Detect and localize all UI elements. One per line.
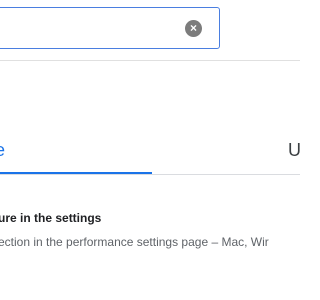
settings-search-page: × e U ure in the settings ection in the … xyxy=(0,0,300,300)
clear-search-icon[interactable]: × xyxy=(185,20,202,37)
result-description: ection in the performance settings page … xyxy=(0,235,269,249)
tab-secondary[interactable]: U xyxy=(288,138,300,162)
search-input[interactable] xyxy=(0,16,183,42)
tab-active[interactable]: e xyxy=(0,138,5,162)
search-box[interactable]: × xyxy=(0,7,220,49)
tabs-divider xyxy=(0,174,300,175)
result-title[interactable]: ure in the settings xyxy=(0,211,101,225)
header-divider xyxy=(0,60,300,61)
